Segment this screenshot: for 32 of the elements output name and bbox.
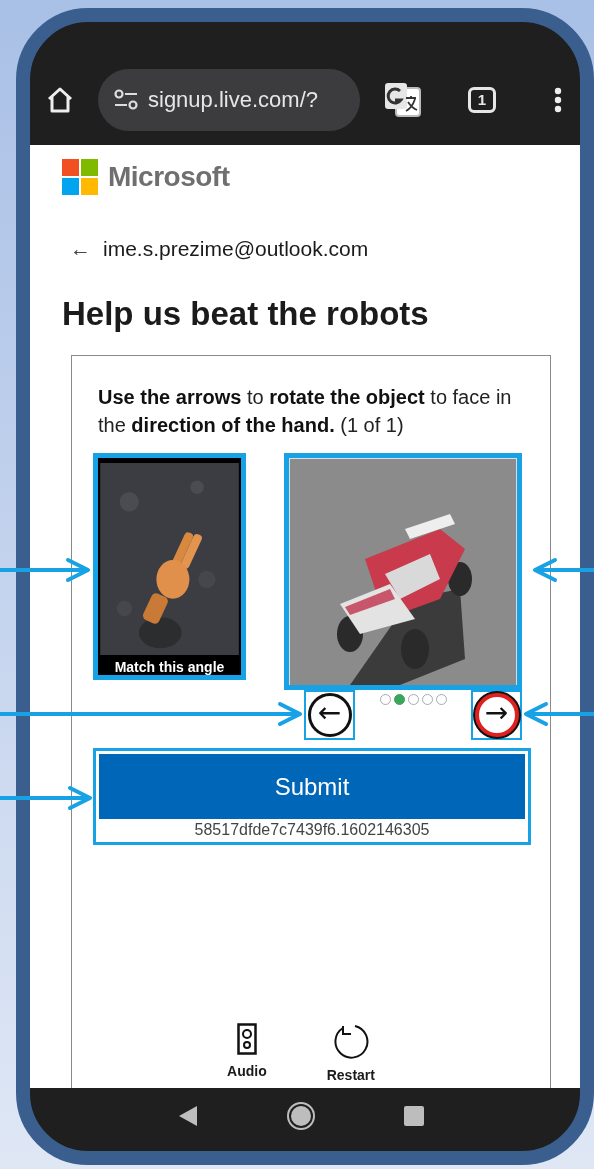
brand-name: Microsoft	[108, 161, 230, 193]
home-icon[interactable]	[46, 85, 74, 114]
instruction-text: Use the arrows to rotate the object to face in the direction of the hand. (1 of 1)	[98, 385, 513, 438]
annotation-arrow	[533, 558, 594, 582]
rotate-right-button[interactable]: →	[474, 693, 519, 737]
speaker-icon	[236, 1023, 257, 1055]
audio-tool[interactable]: Audio	[227, 1023, 267, 1083]
home-icon[interactable]	[286, 1100, 316, 1131]
url-text: signup.live.com/?	[148, 86, 318, 113]
back-icon[interactable]	[178, 1104, 198, 1127]
restart-icon	[331, 1023, 370, 1059]
recents-icon[interactable]	[404, 1105, 424, 1126]
carousel-dot[interactable]	[407, 694, 419, 705]
submit-button[interactable]: Submit	[99, 754, 525, 819]
rotate-left-button[interactable]: ←	[307, 693, 352, 737]
address-bar[interactable]: signup.live.com/?	[98, 68, 360, 131]
carousel-dot[interactable]	[393, 694, 405, 705]
tab-count[interactable]: 1	[468, 86, 496, 113]
tune-icon[interactable]	[114, 88, 138, 111]
back-arrow[interactable]: ←	[70, 237, 91, 261]
page-title: Help us beat the robots	[62, 295, 430, 333]
account-email: ime.s.prezime@outlook.com	[103, 237, 369, 261]
carousel-dot[interactable]	[421, 694, 433, 705]
reference-caption: Match this angle	[114, 659, 225, 675]
carousel-dot[interactable]	[379, 694, 391, 705]
restart-tool[interactable]: Restart	[326, 1023, 375, 1083]
session-id: 58517dfde7c7439f6.1602146305	[193, 821, 431, 839]
carousel-dot[interactable]	[435, 694, 447, 705]
annotation-arrow	[524, 702, 594, 726]
menu-icon[interactable]	[554, 86, 562, 113]
microsoft-logo	[62, 159, 98, 195]
translate-icon[interactable]	[384, 81, 422, 118]
